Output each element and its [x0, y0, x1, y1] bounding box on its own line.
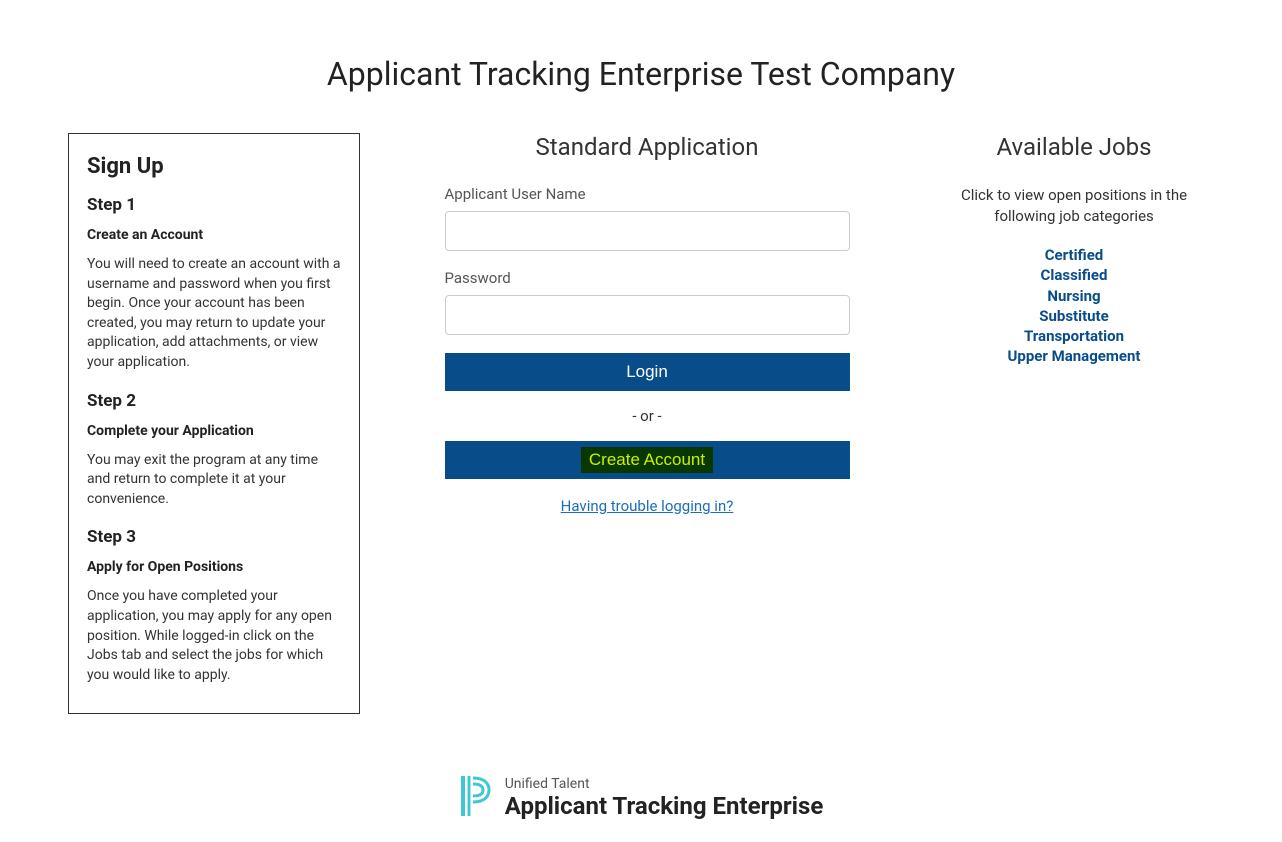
login-heading: Standard Application [536, 133, 759, 161]
footer-main-label: Applicant Tracking Enterprise [505, 792, 824, 820]
jobs-heading: Available Jobs [934, 133, 1214, 161]
login-panel: Standard Application Applicant User Name… [427, 133, 867, 714]
job-category-nursing[interactable]: Nursing [934, 286, 1214, 306]
main-container: Sign Up Step 1 Create an Account You wil… [0, 133, 1282, 714]
footer-text: Unified Talent Applicant Tracking Enterp… [505, 776, 824, 820]
step3-subtitle: Apply for Open Positions [87, 559, 341, 575]
trouble-logging-in-link[interactable]: Having trouble logging in? [445, 497, 850, 515]
step2-subtitle: Complete your Application [87, 423, 341, 439]
signup-panel: Sign Up Step 1 Create an Account You wil… [68, 133, 360, 714]
step1-subtitle: Create an Account [87, 227, 341, 243]
job-category-classified[interactable]: Classified [934, 265, 1214, 285]
footer-top-label: Unified Talent [505, 776, 824, 792]
create-account-button[interactable]: Create Account [445, 441, 850, 479]
job-category-upper-management[interactable]: Upper Management [934, 346, 1214, 366]
or-separator: - or - [445, 407, 850, 425]
password-label: Password [445, 269, 850, 287]
password-input[interactable] [445, 295, 850, 335]
step3-body: Once you have completed your application… [87, 587, 341, 685]
username-label: Applicant User Name [445, 185, 850, 203]
job-category-transportation[interactable]: Transportation [934, 326, 1214, 346]
create-account-label: Create Account [581, 447, 713, 473]
job-category-certified[interactable]: Certified [934, 245, 1214, 265]
step1-body: You will need to create an account with … [87, 255, 341, 373]
logo-icon [459, 774, 491, 822]
footer: Unified Talent Applicant Tracking Enterp… [0, 774, 1282, 842]
page-title: Applicant Tracking Enterprise Test Compa… [0, 55, 1282, 93]
step2-title: Step 2 [87, 391, 341, 411]
step1-title: Step 1 [87, 195, 341, 215]
username-input[interactable] [445, 211, 850, 251]
job-category-substitute[interactable]: Substitute [934, 306, 1214, 326]
signup-heading: Sign Up [87, 154, 341, 179]
login-form: Applicant User Name Password Login - or … [445, 185, 850, 515]
step3-title: Step 3 [87, 527, 341, 547]
login-button[interactable]: Login [445, 353, 850, 391]
step2-body: You may exit the program at any time and… [87, 451, 341, 510]
jobs-panel: Available Jobs Click to view open positi… [934, 133, 1214, 714]
jobs-subtext: Click to view open positions in the foll… [934, 185, 1214, 227]
